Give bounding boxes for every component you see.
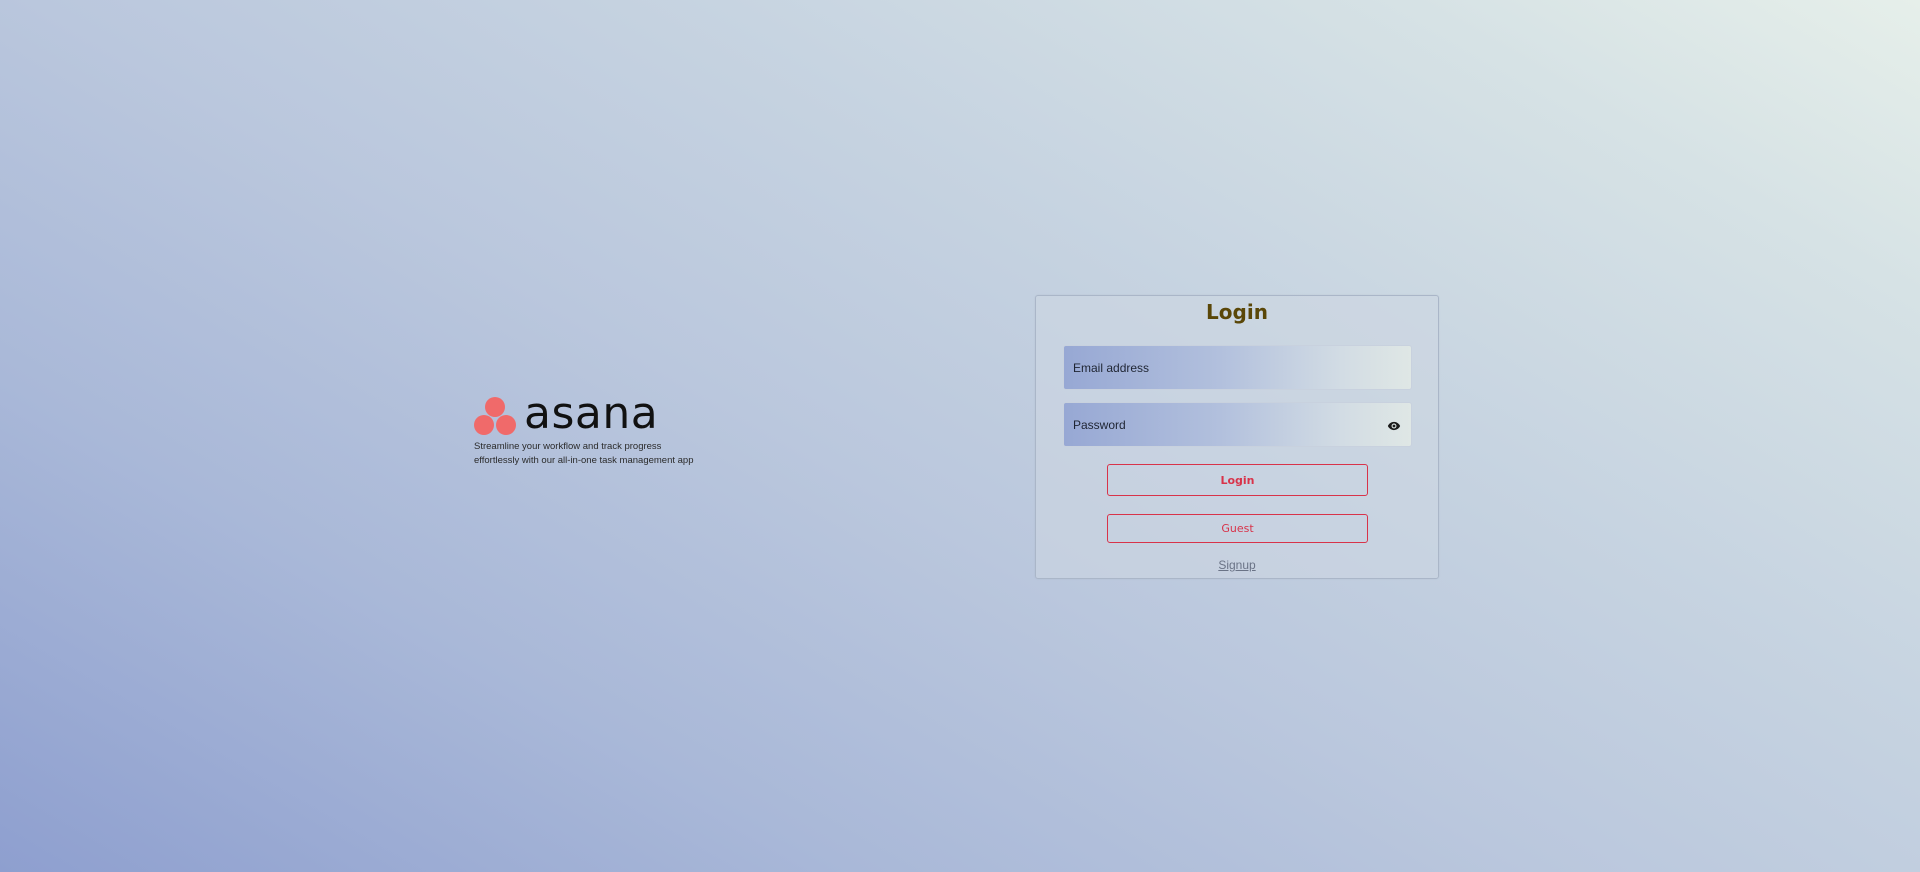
signup-row: Signup — [1036, 558, 1438, 572]
guest-button[interactable]: Guest — [1107, 514, 1368, 543]
password-field[interactable] — [1064, 403, 1364, 446]
logo-dot-top — [485, 397, 505, 417]
eye-icon[interactable] — [1387, 418, 1401, 432]
login-card: Login Login Guest Signup — [1035, 295, 1439, 579]
asana-logo-icon — [474, 397, 516, 435]
brand-wordmark: asana — [524, 388, 659, 439]
password-field-wrapper — [1063, 402, 1412, 447]
brand-block: asana Streamline your workflow and track… — [474, 388, 714, 468]
signup-link[interactable]: Signup — [1218, 558, 1255, 572]
email-field-wrapper — [1063, 345, 1412, 390]
logo-dot-bottom-left — [474, 415, 494, 435]
login-button[interactable]: Login — [1107, 464, 1368, 496]
login-title: Login — [1206, 300, 1268, 324]
logo: asana — [474, 388, 714, 439]
brand-tagline: Streamline your workflow and track progr… — [474, 441, 694, 466]
email-field[interactable] — [1064, 346, 1364, 389]
logo-dot-bottom-right — [496, 415, 516, 435]
